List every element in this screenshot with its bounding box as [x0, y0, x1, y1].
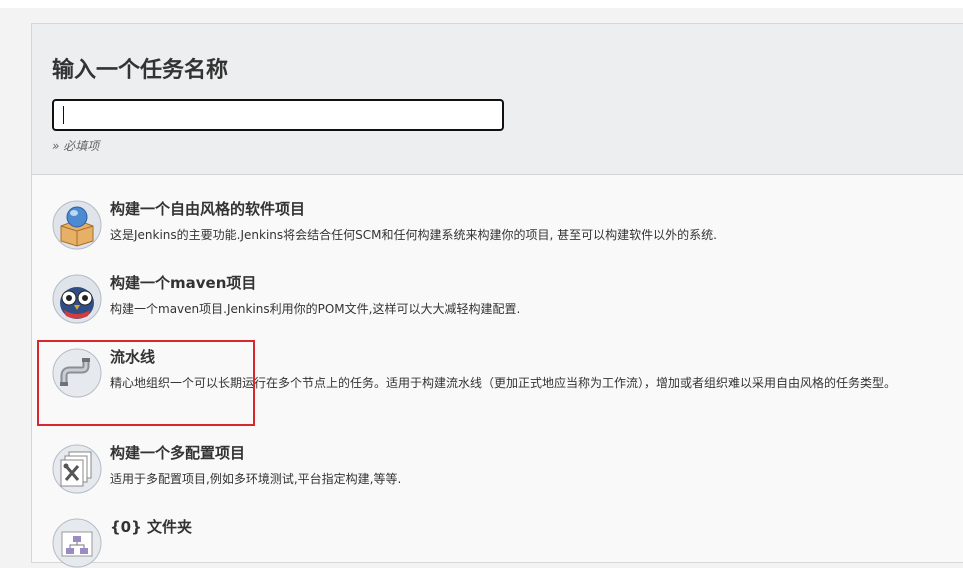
item-name-input[interactable] — [52, 99, 504, 131]
multi-configuration-icon — [52, 444, 102, 494]
job-type-title: 构建一个自由风格的软件项目 — [110, 200, 306, 218]
page-title: 输入一个任务名称 — [52, 58, 229, 83]
new-item-panel: 输入一个任务名称 » 必填项 构建一个自由风格的软件项目 这是Jenkins的主… — [31, 23, 963, 568]
folder-icon — [52, 518, 102, 568]
text-caret — [63, 106, 64, 124]
pipeline-highlight-box — [37, 340, 255, 426]
job-type-description: 构建一个maven项目.Jenkins利用你的POM文件,这样可以大大减轻构建配… — [110, 302, 521, 316]
job-type-title: 构建一个maven项目 — [110, 274, 257, 292]
job-type-description: 这是Jenkins的主要功能.Jenkins将会结合任何SCM和任何构建系统来构… — [110, 228, 717, 242]
job-type-title: {0} 文件夹 — [110, 518, 193, 536]
maven-owl-icon — [52, 274, 102, 324]
job-type-title: 构建一个多配置项目 — [110, 444, 246, 462]
item-name-section: 输入一个任务名称 » 必填项 — [32, 24, 963, 175]
job-type-description: 适用于多配置项目,例如多环境测试,平台指定构建,等等. — [110, 472, 402, 486]
freestyle-project-icon — [52, 200, 102, 250]
top-bar — [0, 0, 963, 8]
required-hint: » 必填项 — [52, 139, 100, 153]
